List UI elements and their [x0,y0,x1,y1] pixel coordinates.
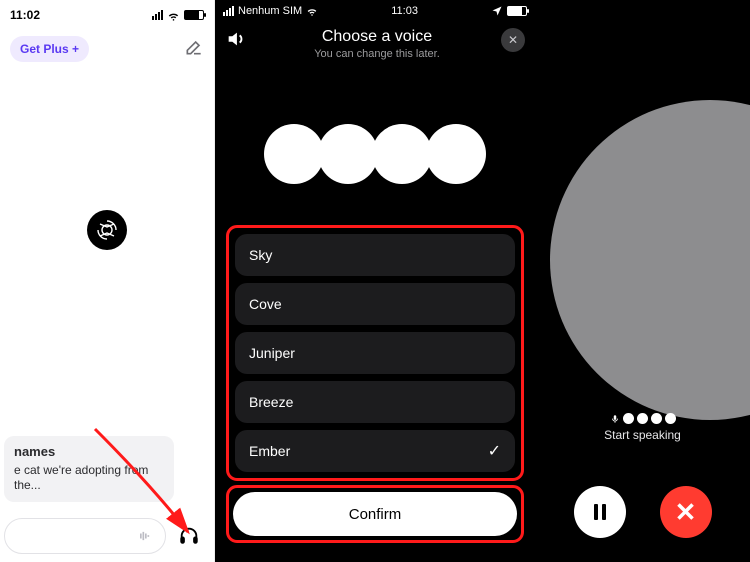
suggestion-title: names [14,444,164,461]
voice-option-ember[interactable]: Ember ✓ [235,430,515,472]
chatgpt-logo-icon [87,210,127,250]
end-call-button[interactable]: ✕ [660,486,712,538]
message-input[interactable] [4,518,166,554]
confirm-button[interactable]: Confirm [233,492,517,536]
phone-chat-screen: 11:02 Get Plus + names e cat we're adopt… [0,0,215,562]
get-plus-label: Get Plus + [20,42,79,56]
battery-icon [184,10,204,20]
check-icon: ✓ [488,441,501,461]
phone-voice-session-screen: Start speaking ✕ [535,0,750,562]
suggestion-card[interactable]: names e cat we're adopting from the... [4,436,174,502]
pause-button[interactable] [574,486,626,538]
speaker-button[interactable] [225,28,253,55]
headphones-icon [178,525,200,547]
carrier-label: Nenhum SIM [238,5,302,17]
status-time: 11:03 [391,5,418,17]
wifi-icon [167,9,180,22]
voice-list: Sky Cove Juniper Breeze Ember ✓ [229,228,521,478]
page-subtitle: You can change this later. [253,48,501,60]
suggestion-body: e cat we're adopting from the... [14,463,164,494]
voice-option-label: Ember [249,443,290,459]
soundwave-icon [135,526,155,546]
close-button[interactable]: ✕ [501,28,525,52]
voice-chat-button[interactable] [172,519,206,553]
voice-option-juniper[interactable]: Juniper [235,332,515,374]
voice-option-label: Juniper [249,345,295,361]
voice-visualizer-circle [550,100,750,420]
voice-option-label: Sky [249,247,272,263]
voice-option-cove[interactable]: Cove [235,283,515,325]
voice-option-breeze[interactable]: Breeze [235,381,515,423]
location-icon [491,5,503,17]
cellular-icon [152,10,163,20]
start-speaking-label: Start speaking [535,428,750,442]
close-icon: ✕ [675,499,697,525]
close-icon: ✕ [508,33,518,47]
cellular-icon [223,6,234,16]
start-speaking-block: Start speaking [535,413,750,442]
voice-option-label: Cove [249,296,282,312]
mic-icon [610,414,620,424]
status-bar: 11:02 [0,0,214,30]
phone-choose-voice-screen: Nenhum SIM 11:03 Choose a voice You can … [215,0,535,562]
voice-orbs-visual [215,124,535,200]
status-time: 11:02 [10,8,40,22]
voice-option-sky[interactable]: Sky [235,234,515,276]
voice-option-label: Breeze [249,394,293,410]
get-plus-button[interactable]: Get Plus + [10,36,89,62]
status-bar: Nenhum SIM 11:03 [215,0,535,22]
wifi-icon [306,5,318,17]
pause-icon [594,504,606,520]
speaker-icon [225,28,247,50]
battery-icon [507,6,527,16]
compose-icon[interactable] [184,37,204,62]
page-title: Choose a voice [253,28,501,46]
